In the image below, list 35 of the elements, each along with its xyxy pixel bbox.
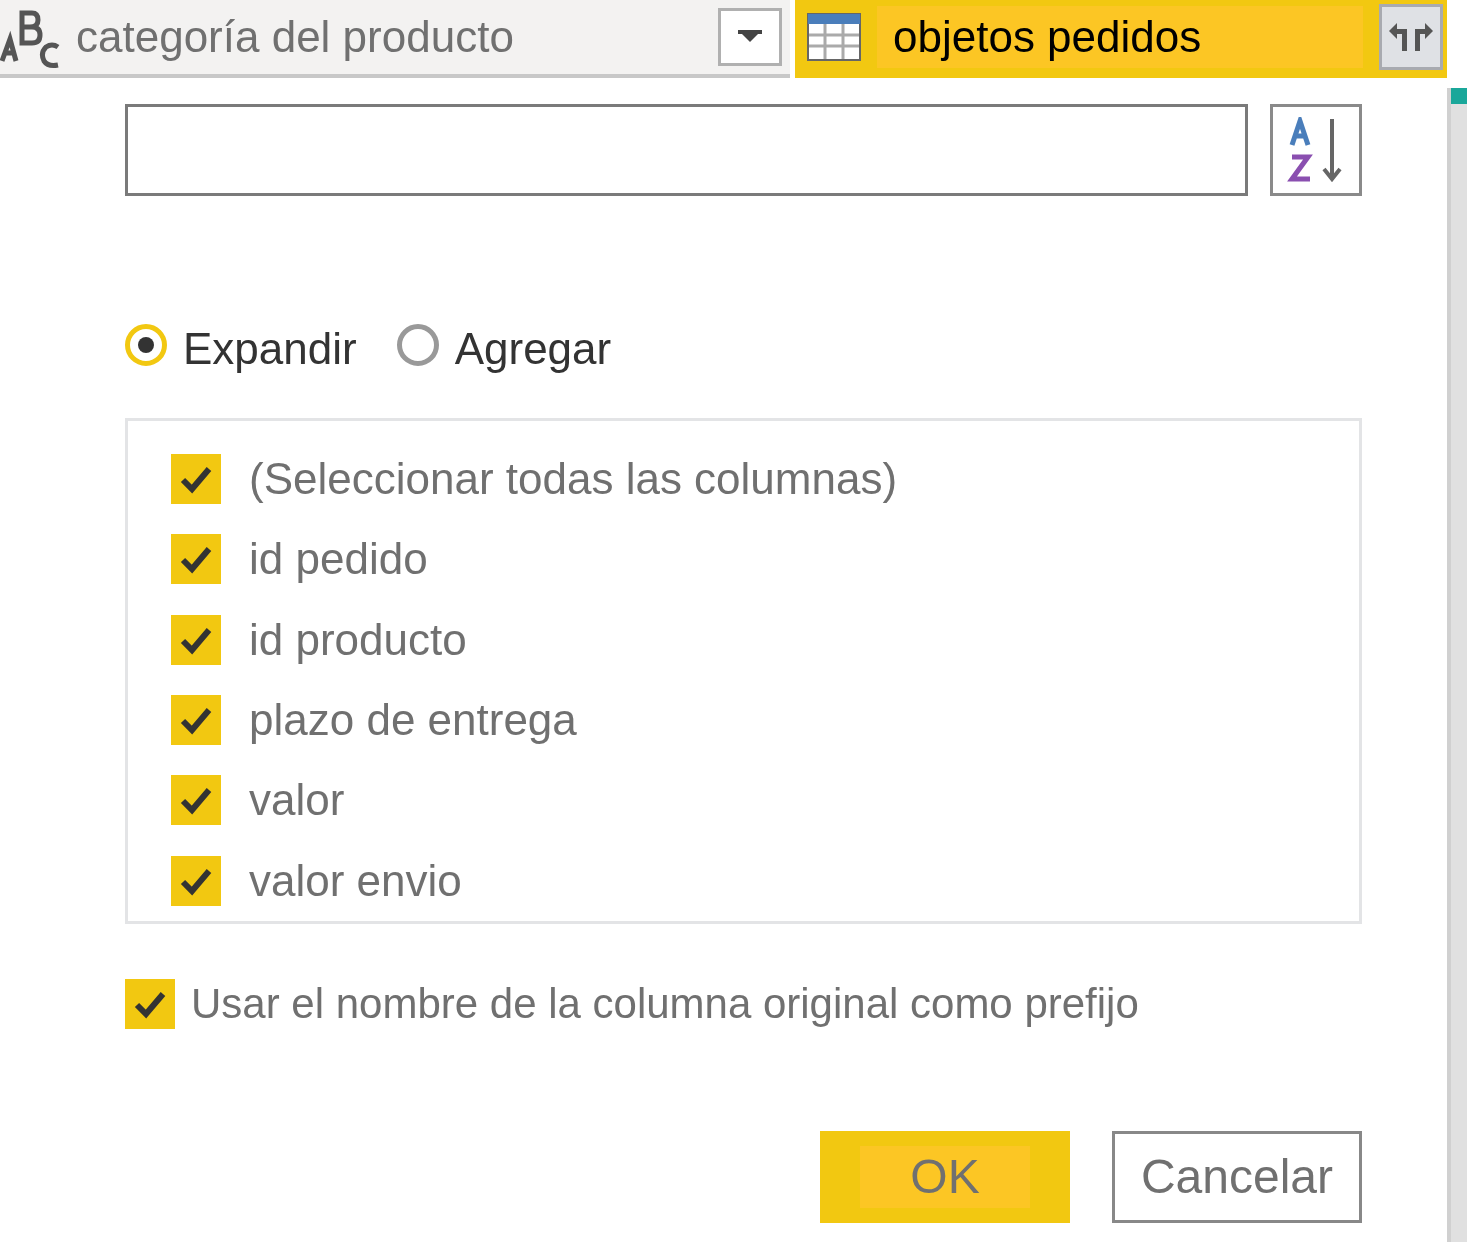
column-header[interactable]: objetos pedidos	[795, 0, 1447, 78]
radio-label: Expandir	[183, 323, 357, 375]
caret-icon	[738, 30, 762, 44]
checkbox[interactable]	[171, 614, 221, 665]
sort-button[interactable]	[1270, 104, 1362, 196]
split-arrows-icon	[1387, 21, 1435, 53]
checkmark-icon	[179, 705, 213, 736]
checkbox[interactable]	[171, 534, 221, 585]
checkbox[interactable]	[171, 695, 221, 746]
cancel-button[interactable]: Cancelar	[1112, 1131, 1362, 1223]
ok-button[interactable]: OK	[820, 1131, 1070, 1223]
column-header[interactable]: categoría del producto	[0, 0, 790, 78]
radio-label: Agregar	[454, 323, 612, 375]
column-option: id producto	[249, 606, 467, 673]
radio-button[interactable]	[396, 324, 439, 366]
prefix-checkbox[interactable]	[125, 978, 175, 1029]
table-icon	[807, 13, 861, 61]
checkbox[interactable]	[171, 855, 221, 906]
column-option: plazo de entrega	[249, 687, 577, 754]
expand-button[interactable]	[1379, 4, 1443, 70]
dropdown-button[interactable]	[718, 8, 782, 66]
column-name: objetos pedidos	[877, 6, 1363, 68]
column-option: (Seleccionar todas las columnas)	[249, 446, 898, 513]
checkmark-icon	[179, 785, 213, 816]
radio-button[interactable]	[125, 324, 167, 366]
checkbox[interactable]	[171, 775, 221, 826]
checkmark-icon	[179, 544, 213, 575]
column-option: valor	[249, 767, 345, 834]
prefix-label: Usar el nombre de la columna original como prefijo	[191, 979, 1139, 1029]
checkbox[interactable]	[171, 454, 221, 505]
search-field[interactable]	[125, 104, 1248, 196]
column-option: id pedido	[249, 526, 428, 593]
checkmark-icon	[179, 464, 213, 495]
column-name: categoría del producto	[76, 11, 515, 63]
column-option: valor envio	[249, 847, 462, 914]
